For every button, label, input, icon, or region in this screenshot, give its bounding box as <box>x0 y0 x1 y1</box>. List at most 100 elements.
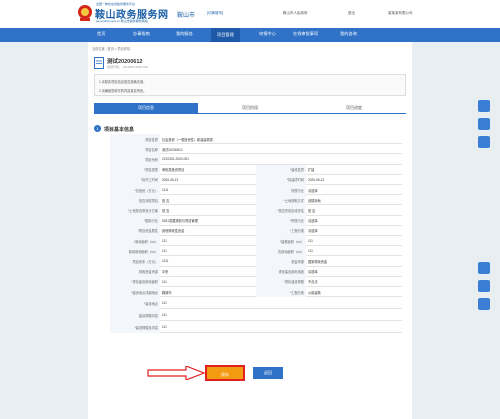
field-value[interactable]: 2210301-2020-001 <box>160 154 402 164</box>
field-label: *项目类型 <box>110 164 160 175</box>
save-button[interactable]: 保存 <box>205 365 245 381</box>
tab-project-info[interactable]: 项目信息 <box>94 103 198 113</box>
field-value[interactable]: 其他财政性资金 <box>160 226 256 236</box>
nav-home[interactable]: 首页 <box>97 31 105 37</box>
red-arrow-annotation <box>147 366 206 380</box>
field-value[interactable]: 111 <box>160 321 402 333</box>
field-value[interactable]: 1111 <box>160 256 256 266</box>
nav-online-approval[interactable]: 在线审批事项 <box>293 31 318 37</box>
field-label: *土地获取方式 <box>256 195 306 206</box>
field-value[interactable]: 111 <box>160 297 402 309</box>
field-label: *拟建成时间 <box>256 174 306 185</box>
field-value[interactable]: 扩建 <box>306 165 402 175</box>
field-value[interactable]: 是 否 <box>306 205 402 215</box>
side-help-icon[interactable] <box>478 280 490 292</box>
site-subtitle: gsj.anshan.gov.cn 鞍山市政务服务网站 <box>96 19 148 23</box>
field-value[interactable]: 2020-06-12 <box>306 175 402 185</box>
side-phone-icon[interactable] <box>478 136 490 148</box>
field-label: 所属行业 <box>256 185 306 196</box>
field-value[interactable]: 请选择 <box>306 267 402 277</box>
side-feedback-icon[interactable] <box>478 262 490 274</box>
field-value[interactable]: 是 否 <box>160 195 256 205</box>
field-label: 财政资金来源 <box>110 266 160 277</box>
field-label: 建设规模内容 <box>110 309 160 322</box>
field-label: *建筑面积（m²） <box>256 236 306 247</box>
field-label: 新增用地面积（m²） <box>110 246 160 257</box>
form-row: *国标行业 9251发展规划与项目管理 *所属行业 请选择 <box>110 215 402 226</box>
field-value[interactable]: 111 <box>306 236 402 246</box>
field-label: *重化建设用地面积 <box>110 276 160 287</box>
form-row: *重化建设用地面积 111 *重化建设规模 不合法 <box>110 276 402 287</box>
side-chat-icon[interactable] <box>478 118 490 130</box>
tab-project-progress[interactable]: 项目进度 <box>302 103 406 113</box>
field-label: *建设性质 <box>256 164 306 175</box>
section-number-icon: 1 <box>94 125 101 132</box>
field-value[interactable]: 测试20200612 <box>160 144 402 154</box>
field-value[interactable]: 国家财政资金 <box>306 256 402 266</box>
user-org[interactable]: 鞍山市人民政府 <box>283 11 308 16</box>
field-value[interactable]: 鞍城市 <box>160 287 256 297</box>
field-value[interactable]: 社会投资（一般投资性）新建建筑类 <box>160 134 402 144</box>
field-value[interactable]: 111 <box>306 246 402 256</box>
form-row: *用地面积（m²） 111 *建筑面积（m²） 111 <box>110 236 402 247</box>
field-value[interactable]: 请选择 <box>306 226 402 236</box>
logout-link[interactable]: 退出 <box>348 11 355 16</box>
nav-my-service[interactable]: 我的服务 <box>176 31 193 37</box>
city-switch-link[interactable]: [切换城市] <box>207 11 223 16</box>
field-label: *重化建设规模 <box>256 276 306 287</box>
field-label: 项目资本（万元） <box>110 256 160 267</box>
field-label: 是否涉密项目 <box>110 195 160 206</box>
project-title: 测试20200612 <box>107 59 143 65</box>
form-row: *总投资（万元） 1111 所属行业 请选择 <box>110 185 402 196</box>
notice-box: 1.请核实项目信息是否准确无误。 2.请确保您填写的内容真实有效。 <box>94 74 406 96</box>
main-nav: 首页 办事指南 我的服务 项目管理 申报中心 在线审批事项 我的咨询 <box>0 28 500 42</box>
top-header: 全国一体化在线政务服务平台 鞍山政务服务网 gsj.anshan.gov.cn … <box>0 0 500 28</box>
side-top-icon[interactable] <box>478 298 490 310</box>
form-row: *项目资金属性 其他财政性资金 *工程分类 请选择 <box>110 225 402 236</box>
field-label: 重化建设用地用途 <box>256 266 306 277</box>
field-label: *用地面积（m²） <box>110 236 160 247</box>
field-label: *是否完成区域评估 <box>256 205 306 216</box>
project-code: 项目代码： 2210301-2020-001 <box>107 65 149 69</box>
back-button[interactable]: 返回 <box>253 367 283 379</box>
form-row: *项目类型 审批类投资项目 *建设性质 扩建 <box>110 164 402 175</box>
field-value[interactable]: 1111 <box>160 185 256 195</box>
tab-bar: 项目信息 项目阶段 项目进度 <box>94 103 406 114</box>
nav-project-mgmt[interactable]: 项目管理 <box>211 28 240 42</box>
field-value[interactable]: 111 <box>160 309 402 321</box>
field-value[interactable]: 111 <box>160 246 256 256</box>
field-label: 项目代码 <box>110 154 160 165</box>
field-value[interactable]: 审批类投资项目 <box>160 165 256 175</box>
field-value[interactable]: 中央 <box>160 267 256 277</box>
field-value[interactable]: 9251发展规划与项目管理 <box>160 216 256 226</box>
field-value[interactable]: 111 <box>160 277 256 287</box>
form-row: 项目性质 社会投资（一般投资性）新建建筑类 <box>110 134 402 145</box>
tab-project-stage[interactable]: 项目阶段 <box>198 103 302 113</box>
side-service-icon[interactable] <box>478 100 490 112</box>
user-company[interactable]: 某某某有限公司 <box>388 11 413 16</box>
form-row: 建设规模内容 111 <box>110 309 402 322</box>
field-value[interactable]: 请选择 <box>306 216 402 226</box>
field-value[interactable]: 不合法 <box>306 277 402 287</box>
field-value[interactable]: 公用建筑 <box>306 287 402 297</box>
field-value[interactable]: 划拨用地 <box>306 195 402 205</box>
field-label: *土地是否带设计方案 <box>110 205 160 216</box>
nav-guide[interactable]: 办事指南 <box>133 31 150 37</box>
form-row: 财政资金来源 中央 重化建设用地用途 请选择 <box>110 266 402 277</box>
section-title: 项目基本信息 <box>104 127 135 133</box>
field-value[interactable]: 111 <box>160 236 256 246</box>
field-value[interactable]: 请选择 <box>306 185 402 195</box>
breadcrumb: 当前位置 : 首页 > 项目详情 <box>92 47 131 51</box>
field-value[interactable]: 是 否 <box>160 205 256 215</box>
field-label: *工程分类 <box>256 287 306 298</box>
form-row: 项目资本（万元） 1111 资金来源 国家财政资金 <box>110 256 402 267</box>
notice-line-2: 2.请确保您填写的内容真实有效。 <box>99 89 147 93</box>
city-name: 鞍山市 <box>177 13 196 19</box>
nav-apply-center[interactable]: 申报中心 <box>259 31 276 37</box>
field-label: 项目名称 <box>110 144 160 155</box>
field-value[interactable]: 2020-06-12 <box>160 175 256 185</box>
field-label: *拟开工时间 <box>110 174 160 185</box>
form-row: *拟开工时间 2020-06-12 *拟建成时间 2020-06-12 <box>110 174 402 185</box>
project-doc-icon <box>94 57 104 69</box>
nav-my-consult[interactable]: 我的咨询 <box>340 31 357 37</box>
